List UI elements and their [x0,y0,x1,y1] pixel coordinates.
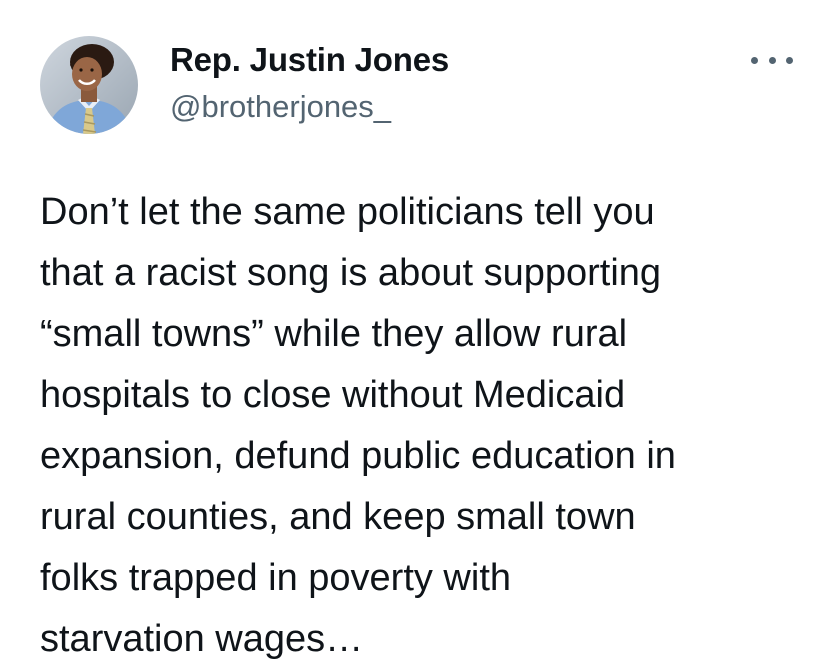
tweet-card: Rep. Justin Jones @brotherjones_ Don’t l… [0,0,824,670]
more-horizontal-icon [751,56,758,64]
tweet-text-line: “small towns” while they allow rural [40,313,628,355]
display-name[interactable]: Rep. Justin Jones [170,38,449,82]
tweet-text-line: folks trapped in poverty with [40,557,512,599]
more-horizontal-icon [786,56,793,64]
profile-photo-icon [40,36,138,134]
tweet-text-line: starvation wages… [40,618,364,660]
avatar[interactable] [40,36,138,134]
user-handle[interactable]: @brotherjones_ [170,86,449,128]
tweet-text-line: rural counties, and keep small town [40,496,636,538]
tweet-text-line: that a racist song is about supporting [40,252,662,294]
tweet-text: Don’t let the same politicians tell you … [40,182,810,670]
tweet-text-line: Don’t let the same politicians tell you [40,191,655,233]
tweet-text-line: hospitals to close without Medicaid [40,374,626,416]
author-block: Rep. Justin Jones @brotherjones_ [170,38,449,128]
more-horizontal-icon [768,56,776,64]
more-options-button[interactable] [748,46,796,74]
tweet-text-line: expansion, defund public education in [40,435,676,477]
